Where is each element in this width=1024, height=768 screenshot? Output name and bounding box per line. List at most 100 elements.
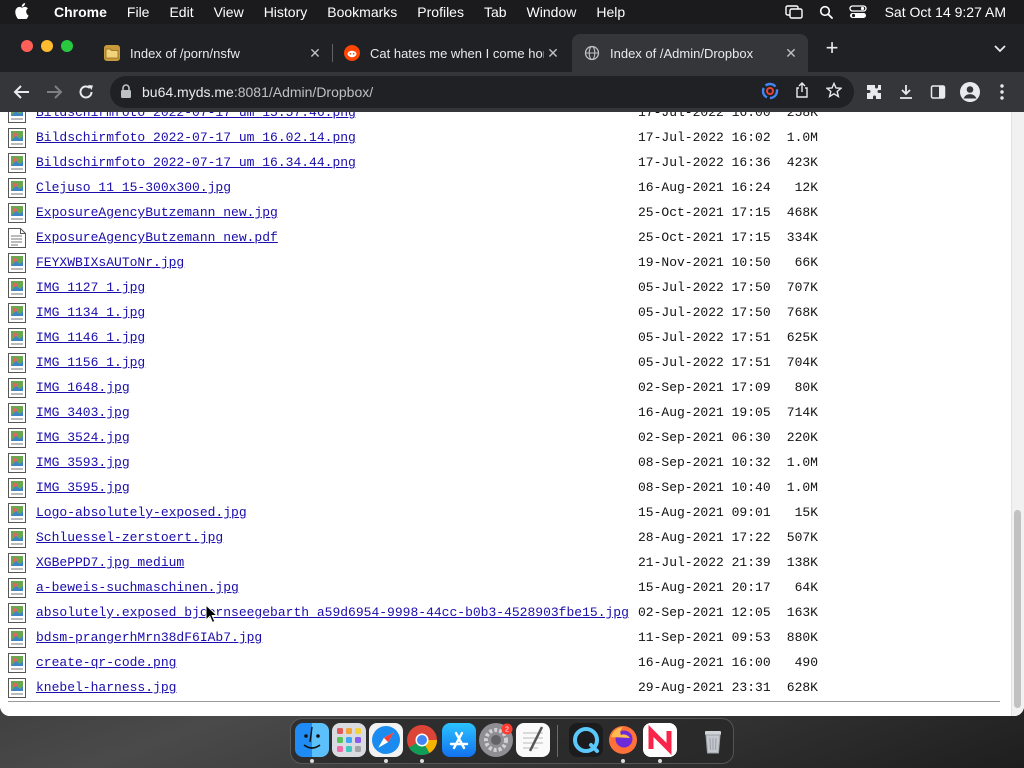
- finder-icon[interactable]: [295, 723, 329, 757]
- image-file-icon: [8, 603, 26, 623]
- window-minimize-button[interactable]: [41, 40, 53, 52]
- menu-tab[interactable]: Tab: [474, 0, 517, 24]
- back-arrow-icon[interactable]: [8, 78, 36, 106]
- file-link[interactable]: IMG_1156_1.jpg: [36, 355, 145, 370]
- window-close-button[interactable]: [21, 40, 33, 52]
- google-lens-icon[interactable]: [760, 82, 780, 102]
- share-icon[interactable]: [792, 82, 812, 102]
- extensions-puzzle-icon[interactable]: [860, 78, 888, 106]
- tab-close-icon[interactable]: ✕: [544, 44, 562, 62]
- tab-close-icon[interactable]: ✕: [782, 44, 800, 62]
- quicktime-icon[interactable]: [569, 723, 603, 757]
- image-file-icon: [8, 328, 26, 348]
- tab-index-porn-nsfw[interactable]: Index of /porn/nsfw ✕: [92, 34, 332, 72]
- firefox-icon[interactable]: [606, 723, 640, 757]
- tab-index-admin-dropbox[interactable]: Index of /Admin/Dropbox ✕: [572, 34, 808, 72]
- file-modified-date: 08-Sep-2021 10:32: [638, 455, 771, 470]
- file-link[interactable]: bdsm-prangerhMrn38dF6IAb7.jpg: [36, 630, 262, 645]
- file-modified-date: 17-Jul-2022 16:36: [638, 155, 771, 170]
- menu-profiles[interactable]: Profiles: [407, 0, 474, 24]
- file-link[interactable]: ExposureAgencyButzemann_new.pdf: [36, 230, 278, 245]
- menu-bar-clock[interactable]: Sat Oct 14 9:27 AM: [885, 4, 1006, 20]
- file-size: 220K: [786, 430, 818, 445]
- menu-help[interactable]: Help: [586, 0, 635, 24]
- text-file-icon: [8, 228, 26, 248]
- folder-favicon: [104, 45, 120, 61]
- launchpad-icon[interactable]: [332, 723, 366, 757]
- file-link[interactable]: create-qr-code.png: [36, 655, 176, 670]
- file-link[interactable]: ExposureAgencyButzemann_new.jpg: [36, 205, 278, 220]
- macos-menu-bar: Chrome File Edit View History Bookmarks …: [0, 0, 1024, 24]
- menu-edit[interactable]: Edit: [159, 0, 203, 24]
- menu-window[interactable]: Window: [517, 0, 587, 24]
- tab-title: Index of /Admin/Dropbox: [610, 45, 754, 61]
- menu-file[interactable]: File: [117, 0, 160, 24]
- file-link[interactable]: Bildschirmfoto 2022-07-17 um 16.02.14.pn…: [36, 130, 356, 145]
- file-row: FEYXWBIXsAUToNr.jpg 19-Nov-2021 10:50 66K: [8, 250, 1008, 275]
- menu-history[interactable]: History: [254, 0, 318, 24]
- file-link[interactable]: IMG_3595.jpg: [36, 480, 130, 495]
- file-link[interactable]: IMG_3403.jpg: [36, 405, 130, 420]
- file-size: 880K: [786, 630, 818, 645]
- file-modified-date: 15-Aug-2021 09:01: [638, 505, 771, 520]
- address-bar[interactable]: bu64.myds.me:8081/Admin/Dropbox/: [110, 76, 854, 108]
- file-link[interactable]: IMG_3524.jpg: [36, 430, 130, 445]
- control-center-icon[interactable]: [848, 5, 867, 19]
- file-link[interactable]: IMG_3593.jpg: [36, 455, 130, 470]
- trash-icon[interactable]: [696, 723, 730, 757]
- file-link[interactable]: IMG_1648.jpg: [36, 380, 130, 395]
- file-modified-date: 17-Jul-2022 16:00: [638, 112, 771, 120]
- chrome-icon[interactable]: [405, 723, 439, 757]
- url-host: bu64.myds.me: [142, 84, 234, 100]
- window-zoom-button[interactable]: [61, 40, 73, 52]
- image-file-icon: [8, 628, 26, 648]
- app-store-icon[interactable]: [442, 723, 476, 757]
- file-size: 423K: [786, 155, 818, 170]
- new-tab-plus-icon[interactable]: +: [822, 37, 842, 59]
- system-settings-icon[interactable]: 2: [479, 723, 513, 757]
- tab-strip: Index of /porn/nsfw ✕ Cat hates me when …: [0, 24, 1024, 72]
- side-panel-icon[interactable]: [924, 78, 952, 106]
- not-secure-lock-icon[interactable]: [120, 84, 134, 100]
- profile-avatar-icon[interactable]: [956, 78, 984, 106]
- file-link[interactable]: IMG_1134_1.jpg: [36, 305, 145, 320]
- file-link[interactable]: IMG_1127_1.jpg: [36, 280, 145, 295]
- tab-search-chevron-down-icon[interactable]: [994, 42, 1006, 56]
- menu-app-name[interactable]: Chrome: [44, 0, 117, 24]
- file-link[interactable]: knebel-harness.jpg: [36, 680, 176, 695]
- safari-icon[interactable]: [369, 723, 403, 757]
- tab-reddit-cat[interactable]: Cat hates me when I come hom ✕: [332, 34, 570, 72]
- file-link[interactable]: FEYXWBIXsAUToNr.jpg: [36, 255, 184, 270]
- apple-menu-icon[interactable]: [0, 2, 44, 22]
- file-link[interactable]: absolutely.exposed_bjoernseegebarth_a59d…: [36, 605, 629, 620]
- file-size: 768K: [786, 305, 818, 320]
- file-link[interactable]: Bildschirmfoto 2022-07-17 um 16.34.44.pn…: [36, 155, 356, 170]
- file-link[interactable]: Bildschirmfoto 2022-07-17 um 15.57.46.pn…: [36, 112, 356, 120]
- chrome-menu-kebab-icon[interactable]: [988, 78, 1016, 106]
- download-icon[interactable]: [892, 78, 920, 106]
- reload-icon[interactable]: [72, 78, 100, 106]
- scrollbar-thumb[interactable]: [1014, 510, 1021, 708]
- bookmark-star-icon[interactable]: [824, 81, 844, 102]
- file-row: IMG_1134_1.jpg 05-Jul-2022 17:50 768K: [8, 300, 1008, 325]
- menu-view[interactable]: View: [204, 0, 254, 24]
- forward-arrow-icon[interactable]: [40, 78, 68, 106]
- textedit-icon[interactable]: [516, 723, 550, 757]
- screen-mirroring-icon[interactable]: [784, 5, 803, 19]
- file-link[interactable]: Clejuso 11 15-300x300.jpg: [36, 180, 231, 195]
- url-text[interactable]: bu64.myds.me:8081/Admin/Dropbox/: [142, 76, 373, 108]
- file-link[interactable]: a-beweis-suchmaschinen.jpg: [36, 580, 239, 595]
- page-viewport[interactable]: Bildschirmfoto 2022-07-17 um 15.57.46.pn…: [0, 112, 1024, 716]
- file-link[interactable]: IMG_1146_1.jpg: [36, 330, 145, 345]
- file-size: 628K: [786, 680, 818, 695]
- file-link[interactable]: Schluessel-zerstoert.jpg: [36, 530, 223, 545]
- menu-bookmarks[interactable]: Bookmarks: [317, 0, 407, 24]
- file-link[interactable]: Logo-absolutely-exposed.jpg: [36, 505, 247, 520]
- tab-close-icon[interactable]: ✕: [306, 44, 324, 62]
- spotlight-search-icon[interactable]: [817, 5, 835, 19]
- reddit-icon: [344, 45, 360, 61]
- news-icon[interactable]: [643, 723, 677, 757]
- image-file-icon: [8, 378, 26, 398]
- file-row: bdsm-prangerhMrn38dF6IAb7.jpg 11-Sep-2021…: [8, 625, 1008, 650]
- file-link[interactable]: XGBePPD7.jpg_medium: [36, 555, 184, 570]
